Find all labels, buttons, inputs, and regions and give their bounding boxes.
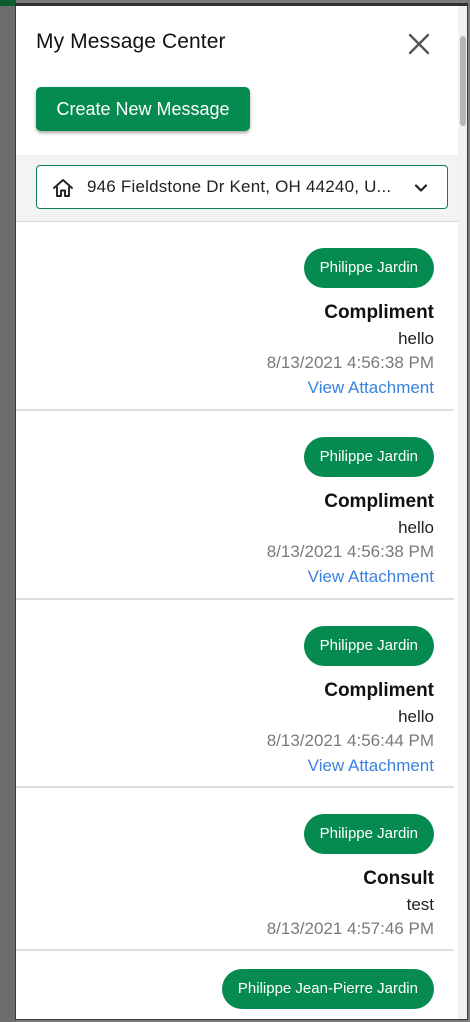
message-item[interactable]: Philippe Jean-Pierre Jardin	[16, 951, 454, 1019]
message-subject: Consult	[363, 868, 434, 889]
message-subject: Compliment	[324, 680, 434, 701]
message-body: test	[406, 895, 434, 914]
scrollbar[interactable]	[458, 6, 467, 1019]
sender-badge[interactable]: Philippe Jardin	[303, 248, 434, 288]
message-subject: Compliment	[324, 491, 434, 512]
sender-badge[interactable]: Philippe Jardin	[303, 814, 434, 854]
view-attachment-link[interactable]: View Attachment	[308, 567, 434, 587]
address-select-value: 946 Fieldstone Dr Kent, OH 44240, U...	[87, 177, 392, 196]
message-item[interactable]: Philippe Jardin Consult test 8/13/2021 4…	[16, 788, 454, 951]
close-icon	[408, 33, 430, 55]
create-new-message-button[interactable]: Create New Message	[36, 87, 250, 131]
message-timestamp: 8/13/2021 4:56:38 PM	[266, 353, 434, 372]
page-title: My Message Center	[36, 30, 226, 53]
view-attachment-link[interactable]: View Attachment	[308, 756, 434, 776]
address-select[interactable]: 946 Fieldstone Dr Kent, OH 44240, U...	[36, 165, 448, 209]
message-timestamp: 8/13/2021 4:56:44 PM	[266, 731, 434, 750]
message-subject: Compliment	[324, 302, 434, 323]
message-list: Philippe Jardin Compliment hello 8/13/20…	[16, 222, 467, 1019]
message-item[interactable]: Philippe Jardin Compliment hello 8/13/20…	[16, 600, 454, 788]
message-body: hello	[398, 707, 434, 726]
address-filter-bar: 946 Fieldstone Dr Kent, OH 44240, U...	[16, 155, 467, 222]
chevron-down-icon	[414, 184, 428, 192]
panel-header: My Message Center Create New Message	[16, 6, 467, 156]
message-center-panel: My Message Center Create New Message 946…	[15, 3, 468, 1020]
page-backdrop	[0, 0, 16, 1022]
sender-badge[interactable]: Philippe Jardin	[303, 626, 434, 666]
message-timestamp: 8/13/2021 4:56:38 PM	[266, 542, 434, 561]
view-attachment-link[interactable]: View Attachment	[308, 378, 434, 398]
sender-badge[interactable]: Philippe Jean-Pierre Jardin	[221, 969, 434, 1009]
sender-badge[interactable]: Philippe Jardin	[303, 437, 434, 477]
backdrop-header-strip	[0, 0, 16, 6]
message-body: hello	[398, 518, 434, 537]
close-button[interactable]	[405, 30, 433, 58]
message-item[interactable]: Philippe Jardin Compliment hello 8/13/20…	[16, 411, 454, 600]
message-body: hello	[398, 329, 434, 348]
scrollbar-thumb[interactable]	[460, 36, 466, 126]
message-timestamp: 8/13/2021 4:57:46 PM	[266, 919, 434, 938]
home-icon	[53, 179, 73, 197]
message-item[interactable]: Philippe Jardin Compliment hello 8/13/20…	[16, 222, 454, 411]
